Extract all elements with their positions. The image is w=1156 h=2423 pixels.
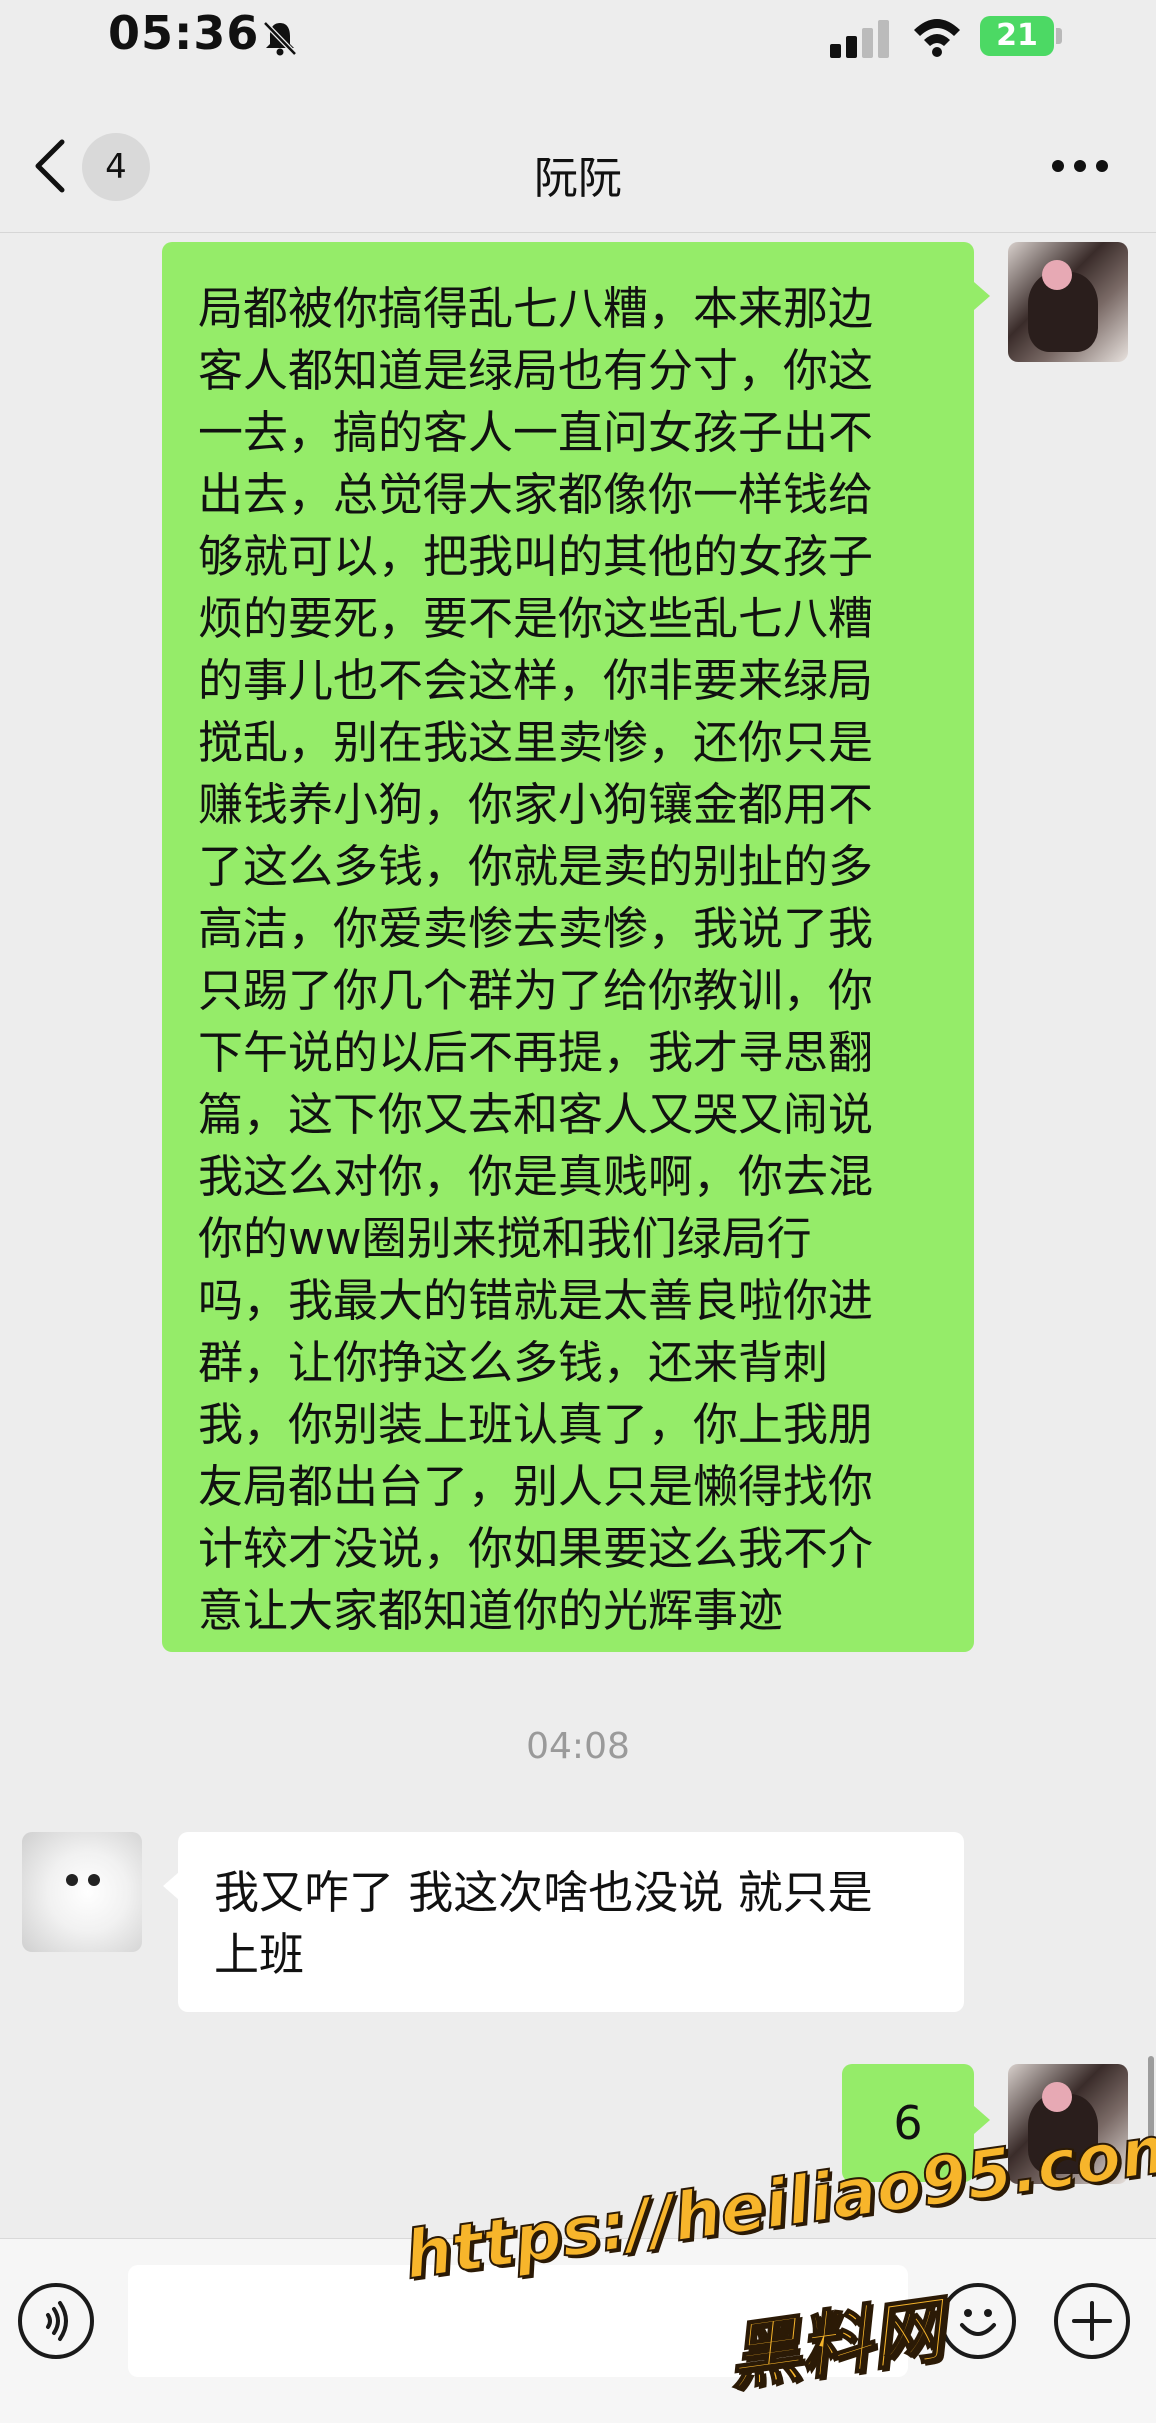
voice-button[interactable] [18, 2283, 94, 2359]
contact-avatar[interactable] [22, 1832, 142, 1952]
voice-icon [46, 2301, 68, 2341]
battery-cap [1056, 28, 1062, 44]
bubble-tail [163, 1872, 179, 1900]
message-text: 6 [893, 2096, 923, 2150]
chat-title: 阮阮 [534, 153, 622, 204]
wifi-icon [914, 19, 960, 57]
emoji-icon [960, 2309, 996, 2336]
timestamp-label: 04:08 [526, 1726, 630, 1767]
plus-button[interactable] [1054, 2283, 1130, 2359]
battery-level: 21 [996, 18, 1038, 53]
chat-header: 4 阮阮 [0, 100, 1156, 233]
signal-icon [830, 20, 889, 58]
message-bubble-outgoing[interactable]: 局都被你搞得乱七八糟，本来那边 客人都知道是绿局也有分寸，你这 一去，搞的客人一… [162, 242, 974, 1652]
more-dots-icon[interactable] [1050, 158, 1110, 174]
message-text: 我又咋了 我这次啥也没说 就只是 上班 [214, 1866, 873, 1981]
bubble-tail [974, 282, 990, 310]
status-time: 05:36 [108, 6, 260, 60]
message-text: 局都被你搞得乱七八糟，本来那边 客人都知道是绿局也有分寸，你这 一去，搞的客人一… [198, 282, 874, 1637]
status-bar: 05:36 21 [0, 0, 1156, 90]
bell-slash-icon [263, 21, 297, 56]
bubble-tail [974, 2106, 990, 2134]
self-avatar[interactable] [1008, 242, 1128, 362]
plus-icon [1072, 2301, 1112, 2341]
emoji-button[interactable] [940, 2283, 1016, 2359]
battery-indicator: 21 [980, 16, 1054, 56]
message-bubble-incoming[interactable]: 我又咋了 我这次啥也没说 就只是 上班 [178, 1832, 964, 2012]
